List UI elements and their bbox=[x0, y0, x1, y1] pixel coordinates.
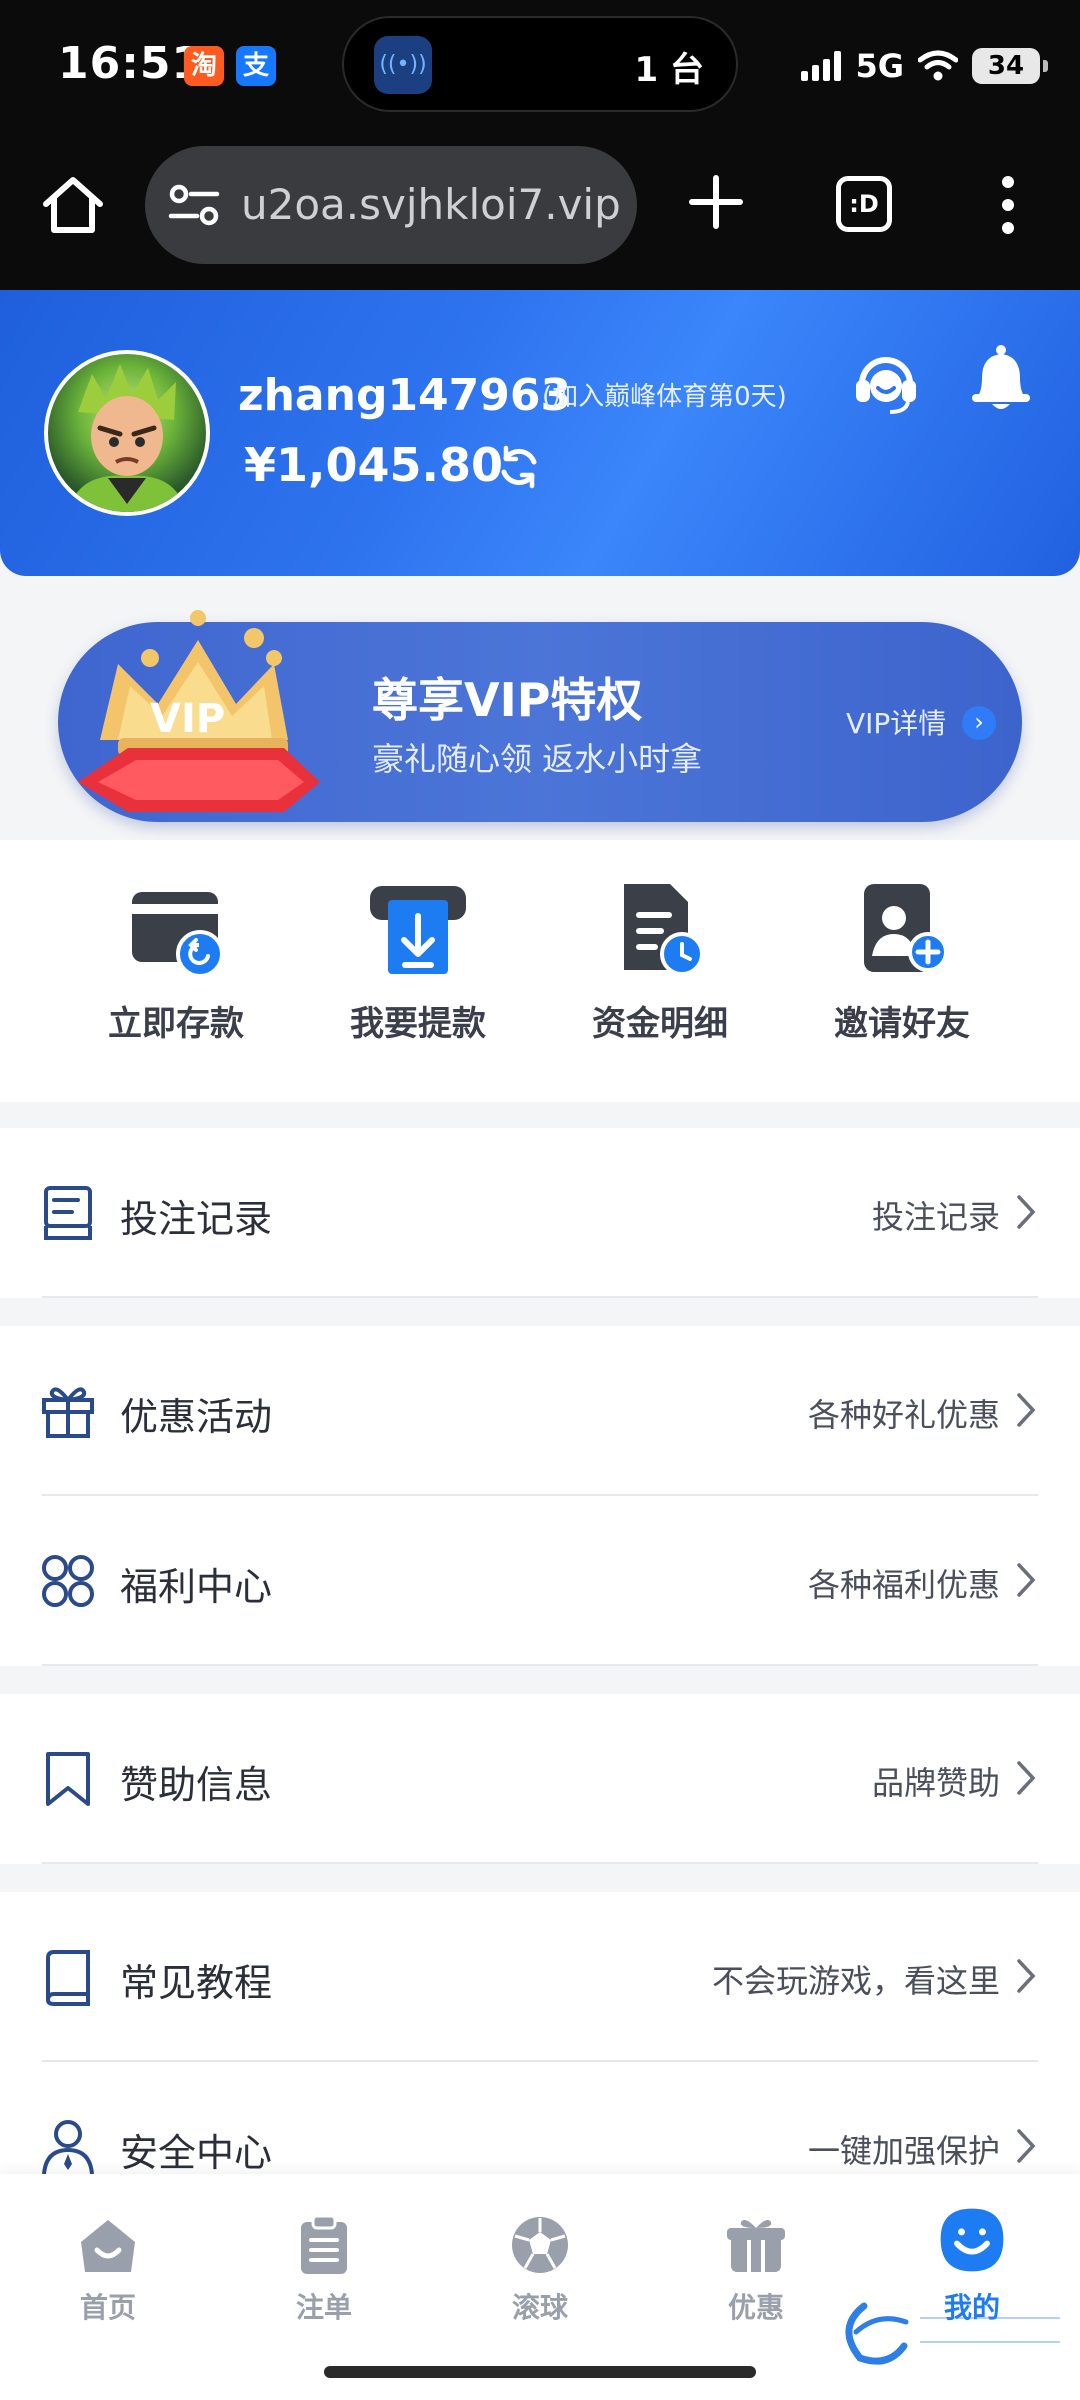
menu-label: 优惠活动 bbox=[120, 1395, 273, 1439]
address-bar[interactable]: u2oa.svjhkloi7.vip bbox=[145, 146, 637, 264]
menu-hint: 一键加强保护 bbox=[807, 2132, 1000, 2170]
vip-subtitle: 豪礼随心领 返水小时拿 bbox=[372, 740, 703, 778]
tab-label: 滚球 bbox=[511, 2291, 568, 2324]
chevron-right-icon bbox=[1017, 2129, 1036, 2163]
site-settings-icon[interactable] bbox=[167, 182, 221, 228]
menu-item-bet-records[interactable]: 投注记录 投注记录 bbox=[0, 1128, 1080, 1298]
invite-friend-button[interactable]: 邀请好友 bbox=[782, 878, 1022, 1045]
fund-details-icon bbox=[624, 884, 704, 976]
soccer-ball-icon bbox=[512, 2217, 568, 2273]
tab-label: 优惠 bbox=[727, 2291, 784, 2324]
status-bar: 16:51 淘 支 ((•)) 1 台 5G 34 bbox=[0, 0, 1080, 140]
menu-hint: 各种好礼优惠 bbox=[807, 1396, 1000, 1434]
menu-label: 福利中心 bbox=[120, 1565, 273, 1609]
deposit-icon bbox=[132, 892, 224, 978]
new-tab-icon[interactable] bbox=[684, 170, 748, 234]
tab-promotions[interactable]: 优惠 bbox=[676, 2214, 836, 2326]
vip-title: 尊享VIP特权 bbox=[372, 673, 643, 727]
withdraw-button[interactable]: 我要提款 bbox=[298, 878, 538, 1045]
home-indicator[interactable] bbox=[324, 2366, 756, 2378]
menu-label: 投注记录 bbox=[120, 1197, 273, 1241]
signal-icon bbox=[801, 51, 842, 81]
home-icon[interactable] bbox=[38, 170, 108, 240]
dynamic-island[interactable]: ((•)) 1 台 bbox=[342, 16, 738, 112]
menu-item-welfare-center[interactable]: 福利中心 各种福利优惠 bbox=[0, 1496, 1080, 1666]
tab-live-betting[interactable]: 滚球 bbox=[460, 2214, 620, 2326]
avatar[interactable] bbox=[44, 350, 210, 516]
svg-text:VIP: VIP bbox=[150, 696, 225, 742]
tab-orders[interactable]: 注单 bbox=[244, 2214, 404, 2326]
tab-label: 首页 bbox=[79, 2291, 136, 2324]
watermark-logo bbox=[845, 2302, 1060, 2365]
alipay-notification-icon: 支 bbox=[236, 46, 276, 86]
browser-toolbar: u2oa.svjhkloi7.vip :D bbox=[0, 140, 1080, 290]
island-text: 1 台 bbox=[634, 50, 705, 90]
vip-details-link[interactable]: VIP详情 bbox=[846, 702, 946, 742]
notification-bell-icon[interactable] bbox=[966, 342, 1036, 414]
menu-item-tutorials[interactable]: 常见教程 不会玩游戏，看这里 bbox=[0, 1892, 1080, 2062]
battery-indicator: 34 bbox=[972, 48, 1048, 84]
invite-friend-icon bbox=[864, 884, 948, 972]
chevron-right-icon bbox=[1017, 1393, 1036, 1427]
withdraw-label: 我要提款 bbox=[350, 1004, 486, 1044]
gift-icon bbox=[42, 1387, 94, 1438]
profile-header: zhang147963 (加入巅峰体育第0天) ¥1,045.80 bbox=[0, 290, 1080, 576]
wifi-icon bbox=[918, 50, 958, 81]
clock: 16:51 bbox=[58, 38, 204, 89]
menu-label: 安全中心 bbox=[120, 2131, 273, 2175]
deposit-label: 立即存款 bbox=[108, 1004, 244, 1044]
chevron-right-icon bbox=[1017, 1195, 1036, 1229]
customer-service-icon[interactable] bbox=[850, 346, 922, 418]
quick-actions: 立即存款 我要提款 资金明细 邀请好友 bbox=[0, 840, 1080, 1102]
fund-details-button[interactable]: 资金明细 bbox=[540, 878, 780, 1045]
bet-record-icon bbox=[44, 1186, 92, 1240]
join-note: (加入巅峰体育第0天) bbox=[542, 382, 787, 412]
menu-item-promotions[interactable]: 优惠活动 各种好礼优惠 bbox=[0, 1326, 1080, 1496]
menu-hint: 投注记录 bbox=[871, 1198, 1000, 1236]
divider bbox=[42, 1862, 1038, 1864]
refresh-balance-icon[interactable] bbox=[496, 444, 542, 490]
chevron-right-icon bbox=[1017, 1959, 1036, 1993]
bookmark-icon bbox=[46, 1752, 90, 1806]
nfc-signal-icon: ((•)) bbox=[374, 36, 432, 94]
home-icon bbox=[81, 2220, 135, 2272]
book-icon bbox=[46, 1950, 90, 2006]
menu-hint: 不会玩游戏，看这里 bbox=[711, 1962, 1000, 2000]
chevron-right-icon bbox=[1017, 1761, 1036, 1795]
menu-hint: 品牌赞助 bbox=[871, 1764, 1000, 1802]
security-user-icon bbox=[42, 2120, 94, 2175]
welfare-grid-icon bbox=[42, 1555, 94, 1607]
chevron-right-icon bbox=[1017, 1563, 1036, 1597]
balance-amount: ¥1,045.80 bbox=[244, 438, 503, 492]
chevron-right-icon[interactable]: › bbox=[962, 706, 996, 740]
avatar-illustration bbox=[68, 364, 186, 512]
menu-label: 常见教程 bbox=[120, 1961, 273, 2005]
menu-item-sponsorship[interactable]: 赞助信息 品牌赞助 bbox=[0, 1694, 1080, 1864]
url-text[interactable]: u2oa.svjhkloi7.vip bbox=[241, 180, 621, 229]
invite-friend-label: 邀请好友 bbox=[834, 1004, 970, 1044]
username: zhang147963 bbox=[238, 370, 572, 421]
menu-hint: 各种福利优惠 bbox=[807, 1566, 1000, 1604]
deposit-button[interactable]: 立即存款 bbox=[56, 878, 296, 1045]
divider bbox=[42, 1664, 1038, 1666]
more-menu-icon[interactable] bbox=[996, 170, 1020, 240]
menu-label: 赞助信息 bbox=[120, 1763, 273, 1807]
network-type: 5G bbox=[855, 47, 904, 85]
fund-details-label: 资金明细 bbox=[592, 1004, 728, 1044]
orders-icon bbox=[301, 2214, 347, 2274]
taobao-notification-icon: 淘 bbox=[184, 46, 224, 86]
tab-switcher-button[interactable]: :D bbox=[836, 176, 892, 232]
divider bbox=[42, 1296, 1038, 1298]
promo-gift-icon bbox=[727, 2220, 785, 2272]
tab-home[interactable]: 首页 bbox=[28, 2214, 188, 2326]
vip-crown-icon: VIP bbox=[78, 610, 320, 812]
system-indicators: 5G 34 bbox=[801, 44, 1048, 88]
profile-face-icon bbox=[940, 2208, 1004, 2272]
withdraw-icon bbox=[370, 886, 466, 974]
tab-label: 注单 bbox=[295, 2291, 352, 2324]
